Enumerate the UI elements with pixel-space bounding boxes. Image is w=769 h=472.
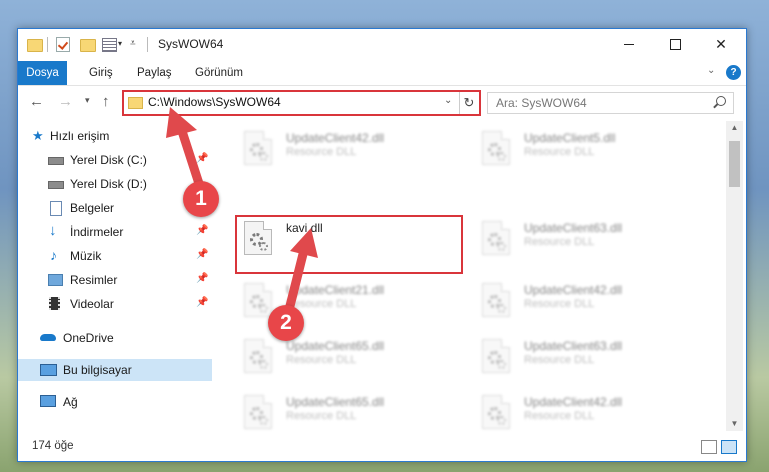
callout-overlay: [166, 107, 318, 323]
callout-badge-2: 2: [268, 305, 304, 341]
callout-badge-1: 1: [183, 181, 219, 217]
callout-arrow-2: [282, 228, 318, 323]
